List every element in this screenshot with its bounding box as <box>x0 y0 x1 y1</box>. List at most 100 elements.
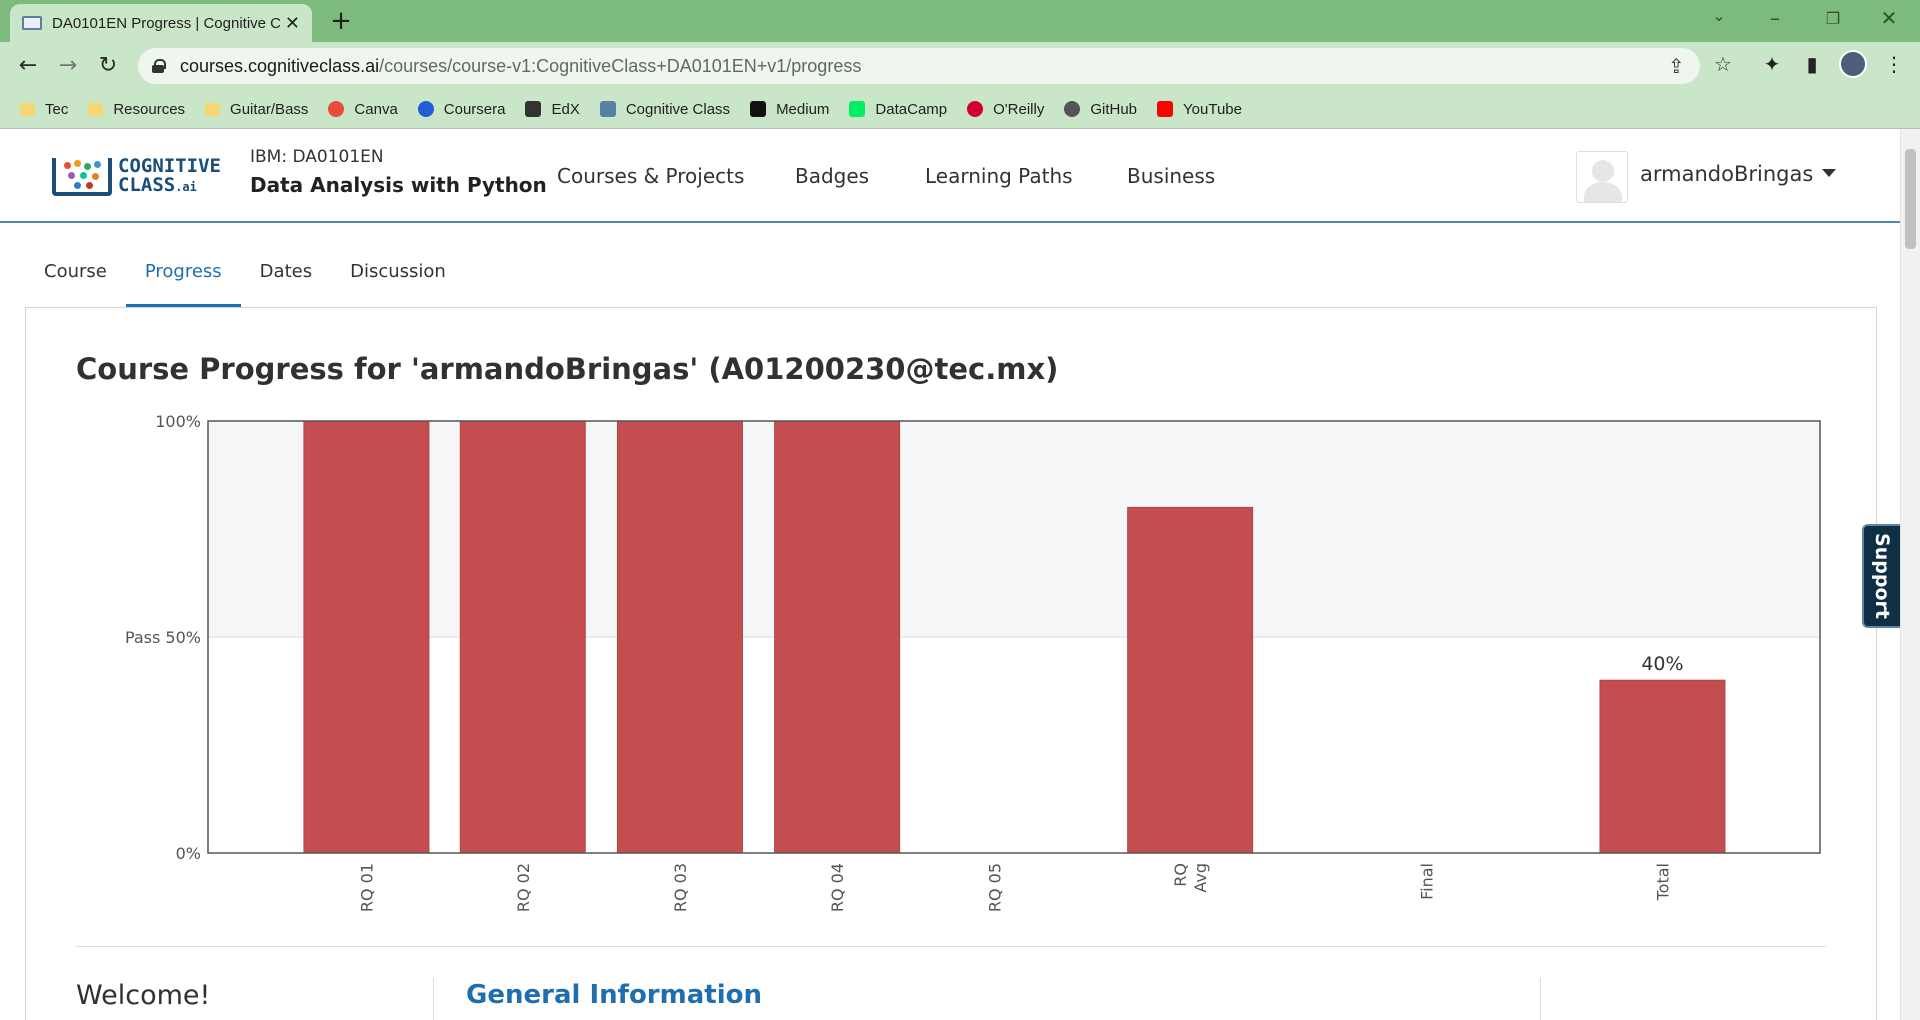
close-window-button[interactable]: ✕ <box>1866 6 1912 30</box>
back-icon[interactable]: ← <box>12 50 44 82</box>
bookmark-label: Tec <box>45 100 69 118</box>
bookmark-canva[interactable]: Canva <box>328 100 398 118</box>
bookmark-guitar-bass[interactable]: Guitar/Bass <box>205 101 308 118</box>
profile-avatar[interactable] <box>1839 50 1867 78</box>
tab-search-icon[interactable]: ⌄ <box>1696 6 1742 25</box>
address-bar[interactable]: courses.cognitiveclass.ai/courses/course… <box>138 48 1732 84</box>
y-tick-label: 100% <box>155 412 201 431</box>
bar <box>459 420 586 854</box>
bookmark-label: O'Reilly <box>993 100 1045 118</box>
cognitive-class-favicon-icon <box>22 16 42 30</box>
bookmark-medium[interactable]: Medium <box>750 101 829 118</box>
x-tick-label: RQ 01 <box>357 863 376 912</box>
youtube-icon <box>1157 101 1174 117</box>
bookmark-label: Guitar/Bass <box>230 100 309 118</box>
logo-mark-icon <box>52 158 112 196</box>
x-tick-label: RQ 02 <box>514 863 533 912</box>
x-tick-label: Final <box>1417 863 1436 900</box>
side-panel-icon[interactable]: ▮ <box>1798 52 1826 76</box>
bookmark-label: EdX <box>551 100 580 118</box>
bookmark-coursera[interactable]: Coursera <box>417 100 506 118</box>
cognitive-class-logo[interactable]: COGNITIVE CLASS.ai <box>52 156 222 198</box>
url-path: /courses/course-v1:CognitiveClass+DA0101… <box>379 55 862 76</box>
site-header: COGNITIVE CLASS.ai IBM: DA0101EN Data An… <box>0 129 1900 223</box>
tab-discussion[interactable]: Discussion <box>331 240 465 308</box>
x-tick-label: Total <box>1653 863 1672 901</box>
bookmark-datacamp[interactable]: DataCamp <box>849 101 947 118</box>
course-name: Data Analysis with Python <box>250 173 547 197</box>
course-id: IBM: DA0101EN <box>250 147 384 167</box>
edx-icon <box>525 101 542 117</box>
bookmark-label: DataCamp <box>875 100 948 118</box>
scrollbar-thumb[interactable] <box>1905 149 1916 249</box>
x-tick-label: RQ 04 <box>828 863 847 912</box>
medium-icon <box>750 101 767 117</box>
github-icon <box>1064 101 1081 117</box>
column-divider <box>1540 978 1541 1020</box>
folder-icon <box>88 102 104 116</box>
bookmark-tec[interactable]: Tec <box>20 101 68 118</box>
column-divider <box>433 978 434 1020</box>
bar <box>774 420 901 854</box>
bookmark-o-reilly[interactable]: O'Reilly <box>967 101 1044 118</box>
cognitive-class-icon <box>599 101 616 117</box>
bookmark-label: Canva <box>354 100 398 118</box>
logo-text: COGNITIVE CLASS.ai <box>118 155 221 196</box>
folder-icon <box>20 102 35 116</box>
bookmark-resources[interactable]: Resources <box>88 101 185 118</box>
coursera-icon <box>417 101 434 117</box>
bookmark-label: Resources <box>113 100 186 118</box>
folder-icon <box>205 102 221 116</box>
page-title: Course Progress for 'armandoBringas' (A0… <box>76 352 1059 386</box>
bookmark-label: Coursera <box>443 100 506 118</box>
share-icon[interactable]: ⇪ <box>1668 54 1685 78</box>
datacamp-icon <box>849 101 866 117</box>
nav-courses-projects[interactable]: Courses & Projects <box>557 164 744 188</box>
extensions-icon[interactable]: ✦ <box>1758 52 1786 76</box>
bookmark-github[interactable]: GitHub <box>1064 101 1137 118</box>
new-tab-button[interactable]: + <box>325 6 357 38</box>
url-host: courses.cognitiveclass.ai <box>180 55 380 76</box>
o-reilly-icon <box>967 101 984 117</box>
browser-toolbar: ← → ↻ courses.cognitiveclass.ai/courses/… <box>0 42 1920 90</box>
pass-band <box>208 421 1820 637</box>
y-tick-label: Pass 50% <box>125 628 201 647</box>
bookmark-label: Medium <box>776 100 830 118</box>
reload-icon[interactable]: ↻ <box>92 50 124 82</box>
menu-kebab-icon[interactable]: ⋮ <box>1880 52 1908 76</box>
restore-button[interactable]: ❐ <box>1810 9 1856 28</box>
browser-chrome: DA0101EN Progress | Cognitive Class ✕ + … <box>0 0 1920 129</box>
bar <box>303 420 430 854</box>
nav-business[interactable]: Business <box>1127 164 1215 188</box>
nav-badges[interactable]: Badges <box>795 164 869 188</box>
tab-course[interactable]: Course <box>25 240 126 308</box>
bookmark-edx[interactable]: EdX <box>525 100 580 118</box>
bar <box>616 420 743 854</box>
support-label: Support <box>1871 533 1893 619</box>
course-tabs: Course Progress Dates Discussion <box>25 240 465 308</box>
support-button[interactable]: Support <box>1862 524 1900 628</box>
data-label: 40% <box>1641 653 1683 675</box>
welcome-heading: Welcome! <box>76 980 211 1011</box>
page-scrollbar[interactable] <box>1900 129 1920 1020</box>
tab-close-icon[interactable]: ✕ <box>285 13 300 34</box>
forward-icon[interactable]: → <box>52 50 84 82</box>
bookmark-label: GitHub <box>1090 100 1138 118</box>
tab-dates[interactable]: Dates <box>241 240 331 308</box>
bar <box>1127 506 1254 854</box>
browser-tab[interactable]: DA0101EN Progress | Cognitive Class ✕ <box>10 4 312 42</box>
minimize-button[interactable]: – <box>1752 6 1798 30</box>
bookmark-cognitive-class[interactable]: Cognitive Class <box>599 100 731 118</box>
user-menu-caret-icon[interactable] <box>1822 169 1836 177</box>
user-avatar[interactable] <box>1576 151 1628 203</box>
bookmark-star-icon[interactable]: ☆ <box>1714 52 1732 76</box>
username[interactable]: armandoBringas <box>1640 162 1813 186</box>
bookmark-label: Cognitive Class <box>625 100 731 118</box>
bookmarks-bar: Tec Resources Guitar/Bass Canva Coursera EdX C… <box>0 90 1920 129</box>
tab-progress[interactable]: Progress <box>125 240 241 308</box>
bookmark-youtube[interactable]: YouTube <box>1157 101 1242 118</box>
general-info-heading: General Information <box>466 980 762 1010</box>
nav-learning-paths[interactable]: Learning Paths <box>925 164 1073 188</box>
x-tick-label: RQAvg <box>1171 863 1210 893</box>
progress-chart: 0% Pass 50% 100% RQ 01 RQ 02 RQ 03 RQ 04 RQ 05 R… <box>100 405 1840 925</box>
